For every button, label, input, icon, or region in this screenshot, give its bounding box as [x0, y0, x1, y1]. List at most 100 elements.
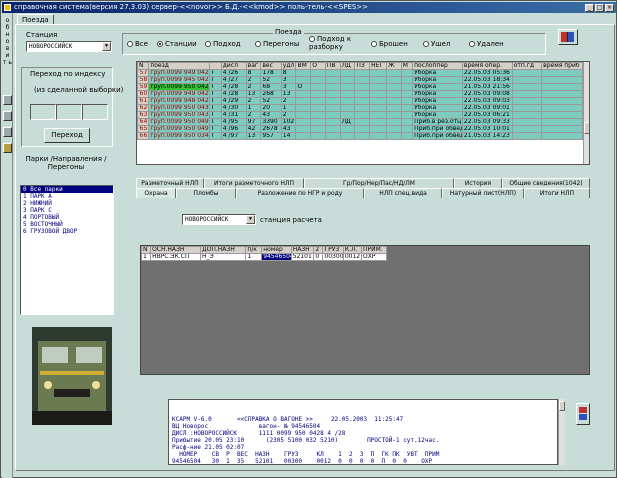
list-item[interactable]: 6 ГРУЗОВОЙ ДВОР — [21, 228, 113, 235]
column-header[interactable]: 2 — [313, 246, 324, 254]
table-row[interactable]: 1 НВРС.ЭК.СП Н_Э 1 94546504 52101 0 00300 0012 ОХ… — [140, 253, 388, 261]
list-item[interactable]: 0 Все парки — [21, 186, 113, 193]
book-icon-button-2[interactable] — [576, 403, 590, 425]
column-header[interactable]: время приб — [541, 62, 583, 70]
radio-stations[interactable]: Станции — [157, 40, 197, 49]
wagon-info-pane[interactable]: КСАРМ V-6.0 <<СПРАВКА О ВАГОНЕ >> 22.05.… — [168, 399, 558, 465]
index-part-1-field[interactable] — [30, 104, 56, 120]
tab-detail-2[interactable]: Итоги разметочного НЛП — [204, 178, 304, 188]
radio-abandoned[interactable]: Брошен — [371, 40, 408, 49]
index-part-3-field[interactable] — [82, 104, 108, 120]
column-header[interactable]: ОСН.НАЗН — [150, 246, 201, 254]
list-item[interactable]: 3 ПАРК С — [21, 207, 113, 214]
column-header[interactable]: К.Л. — [342, 246, 362, 254]
column-header[interactable]: ЛД — [339, 62, 356, 70]
column-header[interactable]: послоппер — [412, 62, 463, 70]
column-header[interactable]: п/к — [245, 246, 263, 254]
tab-detail-5[interactable]: Общие сведения(1042) — [502, 178, 590, 188]
list-item[interactable]: 5 ВОСТОЧНЫЙ — [21, 221, 113, 228]
guard-table-area[interactable]: N ОСН.НАЗН ДОП.НАЗН п/к номер НАЗН 2 ГРУЗ К.Л. ПР… — [140, 245, 590, 375]
tab-detail2-6[interactable]: Итоги НЛП — [524, 188, 590, 198]
column-header[interactable]: М — [400, 62, 414, 70]
index-search-hint: (из сделанной выборки) — [34, 86, 124, 94]
tab-detail-4[interactable]: История — [454, 178, 502, 188]
column-header[interactable]: ГРУЗ — [322, 246, 344, 254]
column-header[interactable]: ваг — [245, 62, 262, 70]
table-row[interactable]: 65 груп.0099 950 0496 Г 4 /96 42 2678 43 Приб.п… — [137, 125, 583, 133]
table-cell: груп.0099 950 0428 — [148, 83, 211, 91]
list-item[interactable]: 4 ПОРТОВЫЙ — [21, 214, 113, 221]
tool-icon-4[interactable] — [3, 143, 12, 153]
radio-approach[interactable]: Подход — [205, 40, 241, 49]
tab-detail2-1[interactable]: Охрана — [136, 188, 176, 198]
tab-detail2-5[interactable]: Натурный лист(НЛП) — [442, 188, 524, 198]
table-row[interactable]: 59 груп.0099 950 0428 Г 4 /28 2 68 3 О Уборка 21.… — [137, 83, 583, 91]
tool-icon-2[interactable] — [3, 111, 12, 121]
table-row[interactable]: 62 груп.0099 950 0430 Г 4 /30 1 20 1 Уборка 22.0… — [137, 104, 583, 112]
info-scrollbar[interactable] — [558, 399, 565, 465]
column-header[interactable]: ПРИМ. — [360, 246, 388, 254]
column-header[interactable]: удл — [280, 62, 297, 70]
table-cell: 22.05.03 09:03 — [461, 97, 513, 105]
column-header[interactable]: О — [310, 62, 326, 70]
column-header[interactable]: ДОП.НАЗН — [199, 246, 247, 254]
station-select[interactable]: НОВОРОССИЙСК ▼ — [26, 41, 112, 52]
column-header[interactable]: вес — [260, 62, 282, 70]
tab-detail-3[interactable]: Гр/Пор/Нер/Пас/НД/ЛМ — [304, 178, 454, 188]
title-bar: справочная система(версия 27.3.03) серве… — [2, 2, 616, 13]
trains-scrollbar[interactable] — [583, 62, 589, 164]
tab-detail-1[interactable]: Разметочный НЛП — [136, 178, 204, 188]
tab-detail2-2[interactable]: Пломбы — [176, 188, 236, 198]
column-header[interactable]: отп.гд — [511, 62, 543, 70]
table-row[interactable]: 60 груп.0099 949 0429 Г 4 /28 13 268 13 Уборка 2… — [137, 90, 583, 98]
list-item[interactable]: 2 НИЖНИЙ — [21, 200, 113, 207]
column-header[interactable]: номер — [261, 246, 292, 254]
index-part-2-field[interactable] — [56, 104, 82, 120]
scroll-thumb[interactable] — [559, 401, 565, 411]
tab-detail2-4[interactable]: НЛП спец.вида — [364, 188, 442, 198]
table-row[interactable]: 66 груп.0099 950 0344 Г 4 /97 13 957 14 Приб.пр… — [137, 132, 583, 140]
chevron-down-icon[interactable]: ▼ — [246, 215, 255, 224]
app-window: справочная система(версия 27.3.03) серве… — [0, 0, 617, 478]
scroll-thumb[interactable] — [584, 122, 589, 134]
column-header[interactable]: НЕГ — [369, 62, 388, 70]
minimize-button[interactable]: _ — [585, 4, 594, 12]
radio-approach-disassembly[interactable]: Подход к разборку — [309, 35, 371, 51]
radio-all[interactable]: Все — [127, 40, 148, 49]
column-header[interactable]: ПВ — [324, 62, 341, 70]
radio-departed[interactable]: Ушел — [423, 40, 450, 49]
refresh-vertical-label[interactable]: о б н о в и т ь — [3, 17, 12, 66]
tool-icon-3[interactable] — [3, 127, 12, 137]
goto-button[interactable]: Переход — [44, 128, 90, 143]
column-header[interactable]: НАЗН — [290, 246, 315, 254]
column-header[interactable]: N — [140, 246, 152, 254]
table-row[interactable]: 64 груп.0099 950 0495 Г 4 /95 97 3390 102 ЛД При… — [137, 118, 583, 126]
calc-station-select[interactable]: НОВОРОССИЙСК ▼ — [182, 214, 256, 225]
column-header[interactable]: ВМ — [295, 62, 312, 70]
close-button[interactable]: × — [605, 4, 614, 12]
radio-hauls[interactable]: Перегоны — [255, 40, 299, 49]
column-header[interactable]: поезд — [148, 62, 211, 70]
table-row[interactable]: 61 груп.0099 948 0429 Г 4 /29 2 52 2 Уборка 22.0… — [137, 97, 583, 105]
column-header[interactable] — [209, 62, 222, 70]
list-item[interactable]: 1 ПАРК А — [21, 193, 113, 200]
table-row[interactable]: 58 груп.0099 945 0427 Г 4 /27 2 52 3 Уборка 22.0… — [137, 76, 583, 84]
maximize-button[interactable]: □ — [595, 4, 604, 12]
parks-list[interactable]: 0 Все парки 1 ПАРК А 2 НИЖНИЙ 3 ПАРК С 4… — [20, 185, 114, 315]
column-header[interactable]: N — [137, 62, 150, 70]
column-header[interactable]: время опер. — [461, 62, 513, 70]
column-header[interactable]: ПЗ — [354, 62, 371, 70]
tab-detail2-3[interactable]: Разложение по НГР и роду — [236, 188, 364, 198]
chevron-down-icon[interactable]: ▼ — [102, 42, 111, 51]
radio-deleted[interactable]: Удален — [469, 40, 504, 49]
trains-table[interactable]: Nпоезд дисл ваг вес удл ВМ О ПВ ЛД ПЗ НЕГ Ж Мпослопп… — [136, 61, 590, 165]
table-row[interactable]: 57 груп.0099 949 0426 Г 4 /26 8 178 8 Уборка 22.… — [137, 69, 583, 77]
column-header[interactable]: Ж — [386, 62, 402, 70]
column-header[interactable]: дисл — [220, 62, 247, 70]
table-cell — [386, 104, 402, 112]
table-row[interactable]: 63 груп.0099 950 0431 Г 4 /31 2 43 2 Уборка 22.0… — [137, 111, 583, 119]
index-search-label: Переход по индексу — [30, 70, 106, 78]
tool-icon-1[interactable] — [3, 95, 12, 105]
book-icon-button[interactable] — [558, 29, 578, 45]
table-cell: груп.0099 949 0426 — [148, 69, 211, 77]
